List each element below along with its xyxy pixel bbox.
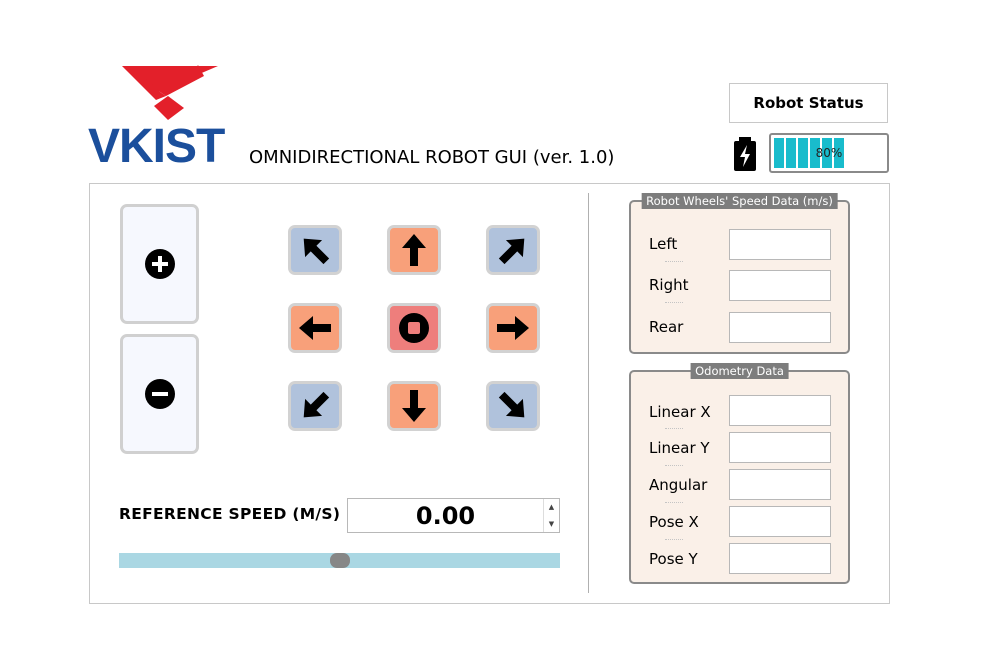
wheels-group-title: Robot Wheels' Speed Data (m/s): [641, 193, 838, 209]
stop-button[interactable]: [387, 303, 441, 353]
battery-charging-icon: [734, 137, 756, 171]
move-up-right-button[interactable]: [486, 225, 540, 275]
linear-y-field[interactable]: [729, 432, 831, 463]
arrow-down-left-icon: [303, 391, 330, 418]
arrow-down-right-icon: [498, 391, 525, 418]
wheel-left-label: Left: [649, 235, 678, 253]
minus-circle-icon: [144, 379, 175, 409]
arrow-down-icon: [402, 390, 426, 422]
reference-speed-value[interactable]: 0.00: [348, 499, 543, 532]
plus-circle-icon: [144, 249, 175, 279]
spin-up-icon[interactable]: ▲: [544, 499, 559, 516]
reference-speed-slider[interactable]: [119, 553, 560, 568]
row-divider: [665, 261, 683, 262]
app-title: OMNIDIRECTIONAL ROBOT GUI (ver. 1.0): [249, 147, 615, 168]
move-up-left-button[interactable]: [288, 225, 342, 275]
spinbox-arrows: ▲ ▼: [543, 499, 559, 532]
linear-y-label: Linear Y: [649, 439, 710, 457]
reference-speed-spinbox[interactable]: 0.00 ▲ ▼: [347, 498, 560, 533]
pose-y-label: Pose Y: [649, 550, 698, 568]
arrow-left-icon: [299, 316, 331, 340]
row-divider: [665, 428, 683, 429]
spin-down-icon[interactable]: ▼: [544, 516, 559, 533]
wheel-right-field[interactable]: [729, 270, 831, 301]
row-divider: [665, 302, 683, 303]
linear-x-label: Linear X: [649, 403, 711, 421]
pose-x-field[interactable]: [729, 506, 831, 537]
panel-divider: [588, 193, 589, 593]
move-up-button[interactable]: [387, 225, 441, 275]
wheel-rear-field[interactable]: [729, 312, 831, 343]
move-down-left-button[interactable]: [288, 381, 342, 431]
arrow-up-left-icon: [303, 238, 330, 265]
wheels-speed-group: Robot Wheels' Speed Data (m/s) Left Righ…: [629, 193, 850, 354]
odometry-group-title: Odometry Data: [690, 363, 789, 379]
odometry-group: Odometry Data Linear X Linear Y Angular …: [629, 363, 850, 584]
arrow-up-right-icon: [498, 238, 525, 265]
wheel-right-label: Right: [649, 276, 689, 294]
robot-status-button[interactable]: Robot Status: [729, 83, 888, 123]
row-divider: [665, 539, 683, 540]
linear-x-field[interactable]: [729, 395, 831, 426]
battery-level-text: 80%: [815, 146, 843, 160]
pose-y-field[interactable]: [729, 543, 831, 574]
wheel-left-field[interactable]: [729, 229, 831, 260]
move-down-right-button[interactable]: [486, 381, 540, 431]
move-right-button[interactable]: [486, 303, 540, 353]
reference-speed-label: REFERENCE SPEED (M/S): [119, 505, 341, 523]
row-divider: [665, 502, 683, 503]
speed-decrease-button[interactable]: [120, 334, 199, 454]
pose-x-label: Pose X: [649, 513, 699, 531]
wheel-rear-label: Rear: [649, 318, 684, 336]
angular-field[interactable]: [729, 469, 831, 500]
arrow-right-icon: [497, 316, 529, 340]
stop-icon: [399, 313, 429, 343]
robot-status-label: Robot Status: [753, 94, 864, 112]
arrow-up-icon: [402, 234, 426, 266]
row-divider: [665, 465, 683, 466]
move-down-button[interactable]: [387, 381, 441, 431]
logo-text: VKIST: [88, 120, 225, 173]
slider-handle[interactable]: [329, 553, 350, 568]
angular-label: Angular: [649, 476, 708, 494]
move-left-button[interactable]: [288, 303, 342, 353]
battery-level-bar: 80%: [769, 133, 889, 173]
speed-increase-button[interactable]: [120, 204, 199, 324]
